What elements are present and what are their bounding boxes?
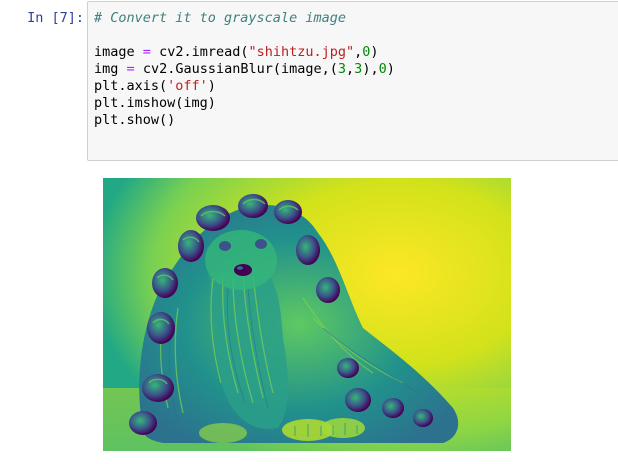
code-line-blur: img = cv2.GaussianBlur(image,(3,3),0) — [94, 61, 618, 78]
code-token: ) — [370, 44, 379, 60]
code-block[interactable]: # Convert it to grayscale image image = c… — [88, 2, 618, 129]
code-string: "shihtzu.jpg" — [248, 44, 355, 60]
code-operator: = — [126, 61, 135, 77]
dog-eye-right — [255, 239, 267, 249]
code-comment: # Convert it to grayscale image — [94, 10, 346, 26]
code-cell-editor[interactable]: # Convert it to grayscale image image = c… — [87, 1, 618, 161]
code-number: 3 — [337, 61, 347, 77]
code-token: ) — [207, 78, 216, 94]
output-image-viridis-dog — [103, 178, 511, 451]
code-line-imshow: plt.imshow(img) — [94, 95, 216, 111]
code-token: , — [346, 61, 355, 77]
input-prompt: In [7]: — [27, 10, 84, 26]
code-line-comment: # Convert it to grayscale image — [94, 10, 618, 27]
code-token: ) — [386, 61, 395, 77]
code-line-imread: image = cv2.imread("shihtzu.jpg",0) — [94, 44, 618, 61]
code-token: image — [94, 44, 135, 60]
notebook: In [7]: # Convert it to grayscale image i… — [0, 0, 618, 464]
code-string: 'off' — [167, 78, 208, 94]
code-token: ), — [362, 61, 379, 77]
code-token: cv2.GaussianBlur(image,( — [142, 61, 338, 77]
dog-nose-highlight — [237, 266, 243, 270]
code-number: 0 — [378, 61, 387, 77]
code-token: img — [94, 61, 119, 77]
code-token: cv2.imread( — [159, 44, 249, 60]
dog-nose — [234, 264, 252, 276]
dog-eye-left — [219, 241, 231, 251]
code-line-axis: plt.axis('off') — [94, 78, 618, 95]
code-line-show: plt.show() — [94, 112, 176, 128]
code-token: plt.axis( — [94, 78, 168, 94]
code-operator: = — [142, 44, 151, 60]
dog-face — [205, 230, 277, 290]
